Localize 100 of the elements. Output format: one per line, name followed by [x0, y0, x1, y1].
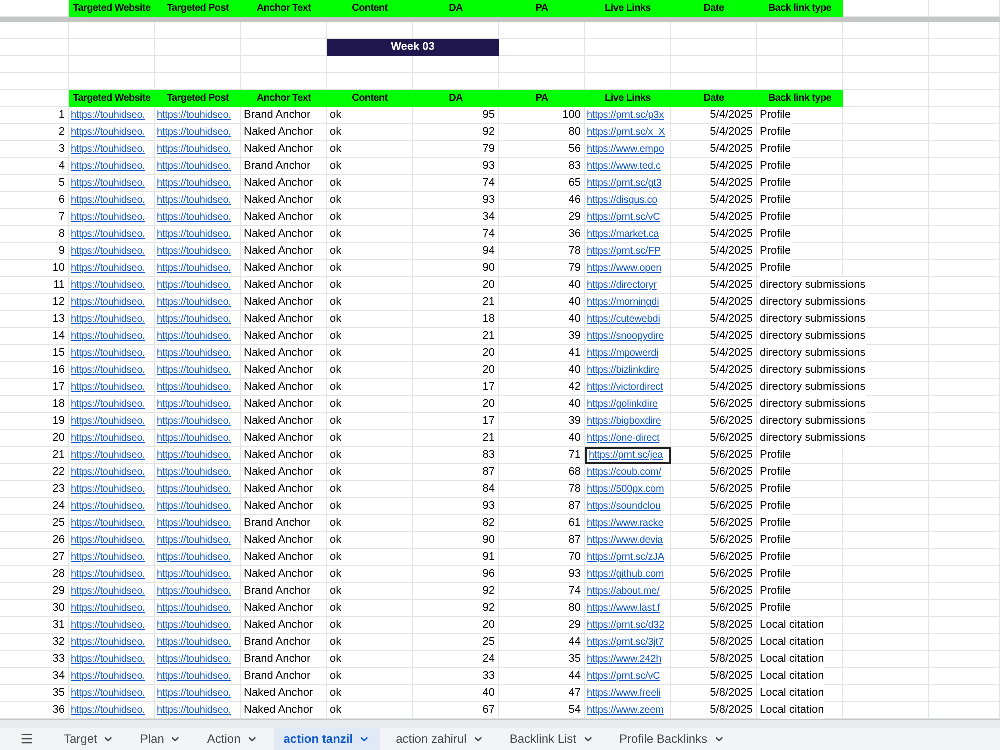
link[interactable]: https://touhidseo.	[71, 195, 146, 206]
link-cell[interactable]: https://victordirect	[585, 379, 671, 396]
link[interactable]: https://prnt.sc/vC	[587, 212, 660, 223]
link[interactable]: https://touhidseo.	[157, 569, 232, 580]
link[interactable]: https://touhidseo.	[157, 212, 232, 223]
link[interactable]: https://touhidseo.	[157, 178, 232, 189]
sheet-tab[interactable]: action zahirul	[386, 728, 494, 750]
link[interactable]: https://touhidseo.	[157, 586, 232, 597]
link[interactable]: https://prnt.sc/x_X	[587, 127, 666, 138]
link[interactable]: https://touhidseo.	[157, 280, 232, 291]
link-cell[interactable]: https://one-direct	[585, 430, 671, 447]
link[interactable]: https://one-direct	[587, 433, 660, 444]
link-cell[interactable]: https://snoopydire	[585, 328, 671, 345]
link[interactable]: https://touhidseo.	[71, 518, 146, 529]
link[interactable]: https://touhidseo.	[157, 603, 232, 614]
link-cell[interactable]: https://prnt.sc/jea	[585, 447, 671, 464]
link-cell[interactable]: https://www.242h	[585, 651, 671, 668]
link[interactable]: https://touhidseo.	[157, 297, 232, 308]
link-cell[interactable]: https://www.racke	[585, 515, 671, 532]
link[interactable]: https://touhidseo.	[71, 433, 146, 444]
link[interactable]: https://touhidseo.	[157, 501, 232, 512]
link-cell[interactable]: https://www.empo	[585, 141, 671, 158]
link[interactable]: https://snoopydire	[587, 331, 664, 342]
link[interactable]: https://touhidseo.	[157, 450, 232, 461]
link[interactable]: https://touhidseo.	[71, 365, 146, 376]
link-cell[interactable]: https://soundclou	[585, 498, 671, 515]
menu-icon[interactable]	[20, 732, 34, 746]
link[interactable]: https://touhidseo.	[71, 705, 146, 716]
link[interactable]: https://www.empo	[587, 144, 664, 155]
link-cell[interactable]: https://www.open	[585, 260, 671, 277]
link[interactable]: https://mpowerdi	[587, 348, 659, 359]
link[interactable]: https://www.last.f	[587, 603, 660, 614]
link[interactable]: https://touhidseo.	[71, 552, 146, 563]
link[interactable]: https://github.com	[587, 569, 664, 580]
link[interactable]: https://touhidseo.	[157, 263, 232, 274]
link-cell[interactable]: https://cutewebdi	[585, 311, 671, 328]
link-cell[interactable]: https://www.last.f	[585, 600, 671, 617]
link[interactable]: https://www.ted.c	[587, 161, 661, 172]
link-cell[interactable]: https://directoryr	[585, 277, 671, 294]
link-cell[interactable]: https://prnt.sc/d32	[585, 617, 671, 634]
link[interactable]: https://touhidseo.	[157, 144, 232, 155]
link[interactable]: https://touhidseo.	[157, 229, 232, 240]
link-cell[interactable]: https://golinkdire	[585, 396, 671, 413]
link[interactable]: https://www.racke	[587, 518, 664, 529]
link[interactable]: https://touhidseo.	[71, 161, 146, 172]
link[interactable]: https://touhidseo.	[71, 110, 146, 121]
link[interactable]: https://prnt.sc/p3x	[587, 110, 664, 121]
link[interactable]: https://touhidseo.	[157, 705, 232, 716]
link[interactable]: https://prnt.sc/zJA	[587, 552, 665, 563]
link[interactable]: https://touhidseo.	[71, 246, 146, 257]
link[interactable]: https://touhidseo.	[71, 212, 146, 223]
link[interactable]: https://touhidseo.	[157, 467, 232, 478]
link[interactable]: https://touhidseo.	[71, 637, 146, 648]
link[interactable]: https://prnt.sc/FP	[587, 246, 661, 257]
link[interactable]: https://prnt.sc/jea	[589, 450, 664, 461]
link[interactable]: https://touhidseo.	[157, 620, 232, 631]
link[interactable]: https://coub.com/	[587, 467, 662, 478]
link[interactable]: https://touhidseo.	[71, 586, 146, 597]
link[interactable]: https://about.me/	[587, 586, 660, 597]
link-cell[interactable]: https://www.devia	[585, 532, 671, 549]
link[interactable]: https://touhidseo.	[71, 331, 146, 342]
link-cell[interactable]: https://mpowerdi	[585, 345, 671, 362]
link[interactable]: https://www.242h	[587, 654, 662, 665]
link[interactable]: https://disqus.co	[587, 195, 658, 206]
link[interactable]: https://prnt.sc/gt3	[587, 178, 662, 189]
link[interactable]: https://golinkdire	[587, 399, 658, 410]
link-cell[interactable]: https://prnt.sc/FP	[585, 243, 671, 260]
link[interactable]: https://touhidseo.	[71, 450, 146, 461]
link[interactable]: https://morningdi	[587, 297, 660, 308]
link[interactable]: https://touhidseo.	[157, 348, 232, 359]
link[interactable]: https://touhidseo.	[71, 620, 146, 631]
link[interactable]: https://touhidseo.	[157, 314, 232, 325]
link[interactable]: https://touhidseo.	[71, 280, 146, 291]
link[interactable]: https://prnt.sc/vC	[587, 671, 660, 682]
link[interactable]: https://www.zeem	[587, 705, 664, 716]
link[interactable]: https://prnt.sc/3jt7	[587, 637, 664, 648]
link[interactable]: https://touhidseo.	[157, 161, 232, 172]
sheet-tab[interactable]: Action	[197, 728, 268, 750]
sheet-tab[interactable]: Backlink List	[500, 728, 604, 750]
link-cell[interactable]: https://morningdi	[585, 294, 671, 311]
link[interactable]: https://www.open	[587, 263, 662, 274]
link[interactable]: https://touhidseo.	[71, 314, 146, 325]
link[interactable]: https://touhidseo.	[71, 229, 146, 240]
link[interactable]: https://bigboxdire	[587, 416, 662, 427]
link[interactable]: https://500px.com	[587, 484, 664, 495]
link[interactable]: https://touhidseo.	[157, 110, 232, 121]
link-cell[interactable]: https://github.com	[585, 566, 671, 583]
link-cell[interactable]: https://disqus.co	[585, 192, 671, 209]
link[interactable]: https://touhidseo.	[71, 569, 146, 580]
link[interactable]: https://touhidseo.	[157, 518, 232, 529]
link[interactable]: https://victordirect	[587, 382, 664, 393]
link[interactable]: https://touhidseo.	[71, 144, 146, 155]
link[interactable]: https://touhidseo.	[71, 382, 146, 393]
link-cell[interactable]: https://about.me/	[585, 583, 671, 600]
link-cell[interactable]: https://bizlinkdire	[585, 362, 671, 379]
link[interactable]: https://touhidseo.	[157, 535, 232, 546]
sheet-tab[interactable]: Plan	[130, 728, 192, 750]
link[interactable]: https://touhidseo.	[71, 603, 146, 614]
link[interactable]: https://touhidseo.	[157, 433, 232, 444]
link[interactable]: https://touhidseo.	[71, 688, 146, 699]
